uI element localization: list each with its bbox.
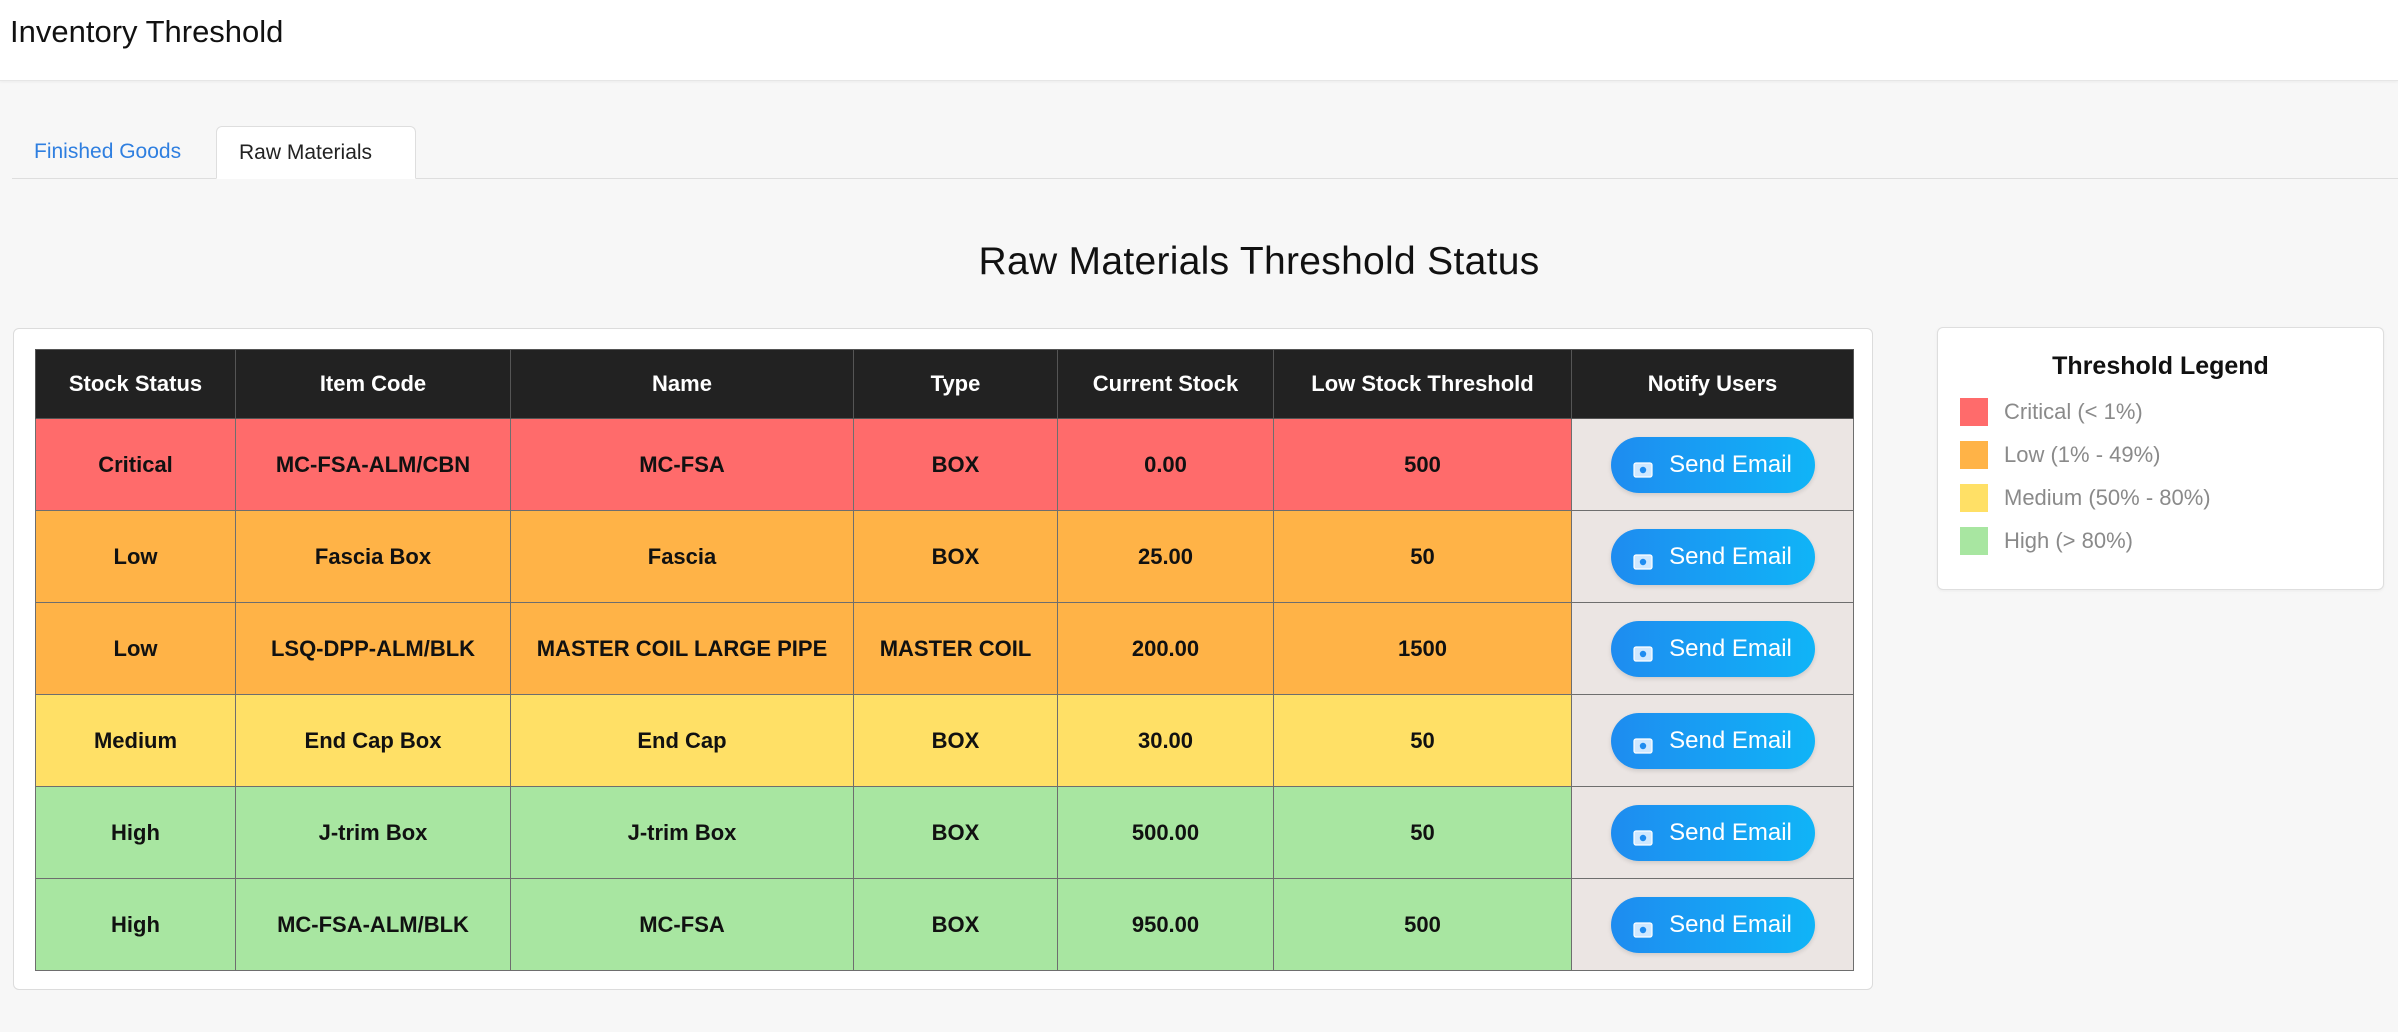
cell-current-stock: 500.00 bbox=[1057, 786, 1274, 879]
legend-swatch-medium bbox=[1960, 484, 1988, 512]
header-low-stock-threshold: Low Stock Threshold bbox=[1273, 349, 1572, 419]
cell-notify-users: Send Email bbox=[1571, 510, 1854, 603]
legend-item-critical: Critical (< 1%) bbox=[1960, 397, 2143, 427]
header-type: Type bbox=[853, 349, 1058, 419]
email-icon bbox=[1633, 549, 1653, 570]
legend-swatch-high bbox=[1960, 527, 1988, 555]
legend-label: Low (1% - 49%) bbox=[2004, 442, 2161, 467]
cell-current-stock: 30.00 bbox=[1057, 694, 1274, 787]
table-row: Critical MC-FSA-ALM/CBN MC-FSA BOX 0.00 … bbox=[35, 418, 1854, 511]
cell-type: BOX bbox=[853, 694, 1058, 787]
header-name: Name bbox=[510, 349, 854, 419]
send-email-label: Send Email bbox=[1669, 818, 1792, 846]
table-header-row: Stock Status Item Code Name Type Current… bbox=[35, 349, 1854, 419]
cell-name: MC-FSA bbox=[510, 878, 854, 971]
table-card: Stock Status Item Code Name Type Current… bbox=[13, 328, 1873, 990]
legend-swatch-critical bbox=[1960, 398, 1988, 426]
send-email-button[interactable]: Send Email bbox=[1610, 804, 1815, 861]
header-current-stock: Current Stock bbox=[1057, 349, 1274, 419]
email-icon bbox=[1633, 641, 1653, 662]
legend-label: Medium (50% - 80%) bbox=[2004, 485, 2211, 510]
cell-item-code: MC-FSA-ALM/BLK bbox=[235, 878, 511, 971]
top-bar: Inventory Threshold bbox=[0, 0, 2398, 81]
table-row: High J-trim Box J-trim Box BOX 500.00 50… bbox=[35, 786, 1854, 879]
cell-name: End Cap bbox=[510, 694, 854, 787]
send-email-label: Send Email bbox=[1669, 542, 1792, 570]
cell-stock-status: Critical bbox=[35, 418, 236, 511]
threshold-legend: Threshold Legend Critical (< 1%) Low (1%… bbox=[1937, 327, 2384, 590]
cell-stock-status: High bbox=[35, 786, 236, 879]
legend-item-low: Low (1% - 49%) bbox=[1960, 440, 2161, 470]
send-email-label: Send Email bbox=[1669, 910, 1792, 938]
send-email-button[interactable]: Send Email bbox=[1610, 712, 1815, 769]
send-email-button[interactable]: Send Email bbox=[1610, 620, 1815, 677]
email-icon bbox=[1633, 917, 1653, 938]
cell-low-stock-threshold: 50 bbox=[1273, 510, 1572, 603]
cell-type: BOX bbox=[853, 786, 1058, 879]
cell-item-code: J-trim Box bbox=[235, 786, 511, 879]
header-item-code: Item Code bbox=[235, 349, 511, 419]
legend-swatch-low bbox=[1960, 441, 1988, 469]
cell-stock-status: Medium bbox=[35, 694, 236, 787]
cell-current-stock: 0.00 bbox=[1057, 418, 1274, 511]
legend-item-medium: Medium (50% - 80%) bbox=[1960, 483, 2211, 513]
cell-item-code: MC-FSA-ALM/CBN bbox=[235, 418, 511, 511]
cell-name: J-trim Box bbox=[510, 786, 854, 879]
cell-low-stock-threshold: 50 bbox=[1273, 786, 1572, 879]
send-email-label: Send Email bbox=[1669, 726, 1792, 754]
cell-low-stock-threshold: 1500 bbox=[1273, 602, 1572, 695]
send-email-label: Send Email bbox=[1669, 450, 1792, 478]
cell-stock-status: High bbox=[35, 878, 236, 971]
cell-current-stock: 200.00 bbox=[1057, 602, 1274, 695]
cell-type: BOX bbox=[853, 878, 1058, 971]
table-row: Low Fascia Box Fascia BOX 25.00 50 Send … bbox=[35, 510, 1854, 603]
legend-item-high: High (> 80%) bbox=[1960, 526, 2133, 556]
table-row: Low LSQ-DPP-ALM/BLK MASTER COIL LARGE PI… bbox=[35, 602, 1854, 695]
cell-name: Fascia bbox=[510, 510, 854, 603]
tab-raw-materials[interactable]: Raw Materials bbox=[216, 126, 416, 179]
cell-current-stock: 25.00 bbox=[1057, 510, 1274, 603]
threshold-table: Stock Status Item Code Name Type Current… bbox=[35, 349, 1854, 971]
cell-notify-users: Send Email bbox=[1571, 418, 1854, 511]
cell-low-stock-threshold: 50 bbox=[1273, 694, 1572, 787]
cell-item-code: End Cap Box bbox=[235, 694, 511, 787]
cell-item-code: Fascia Box bbox=[235, 510, 511, 603]
tab-bar: Finished Goods Raw Materials bbox=[12, 126, 2398, 179]
send-email-button[interactable]: Send Email bbox=[1610, 436, 1815, 493]
cell-notify-users: Send Email bbox=[1571, 878, 1854, 971]
cell-low-stock-threshold: 500 bbox=[1273, 878, 1572, 971]
legend-label: High (> 80%) bbox=[2004, 528, 2134, 553]
app-title: Inventory Threshold bbox=[10, 14, 284, 49]
cell-item-code: LSQ-DPP-ALM/BLK bbox=[235, 602, 511, 695]
cell-current-stock: 950.00 bbox=[1057, 878, 1274, 971]
table-row: Medium End Cap Box End Cap BOX 30.00 50 … bbox=[35, 694, 1854, 787]
legend-title: Threshold Legend bbox=[2052, 352, 2269, 380]
cell-stock-status: Low bbox=[35, 510, 236, 603]
cell-type: BOX bbox=[853, 418, 1058, 511]
email-icon bbox=[1633, 825, 1653, 846]
cell-notify-users: Send Email bbox=[1571, 602, 1854, 695]
tab-finished-goods[interactable]: Finished Goods bbox=[12, 126, 212, 178]
cell-stock-status: Low bbox=[35, 602, 236, 695]
cell-notify-users: Send Email bbox=[1571, 786, 1854, 879]
page-title: Raw Materials Threshold Status bbox=[978, 240, 1540, 283]
send-email-button[interactable]: Send Email bbox=[1610, 896, 1815, 953]
header-stock-status: Stock Status bbox=[35, 349, 236, 419]
cell-notify-users: Send Email bbox=[1571, 694, 1854, 787]
email-icon bbox=[1633, 457, 1653, 478]
table-row: High MC-FSA-ALM/BLK MC-FSA BOX 950.00 50… bbox=[35, 878, 1854, 971]
send-email-button[interactable]: Send Email bbox=[1610, 528, 1815, 585]
cell-low-stock-threshold: 500 bbox=[1273, 418, 1572, 511]
legend-label: Critical (< 1%) bbox=[2004, 399, 2143, 424]
send-email-label: Send Email bbox=[1669, 634, 1792, 662]
cell-name: MC-FSA bbox=[510, 418, 854, 511]
email-icon bbox=[1633, 733, 1653, 754]
header-notify-users: Notify Users bbox=[1571, 349, 1854, 419]
cell-type: BOX bbox=[853, 510, 1058, 603]
cell-type: MASTER COIL bbox=[853, 602, 1058, 695]
cell-name: MASTER COIL LARGE PIPE bbox=[510, 602, 854, 695]
